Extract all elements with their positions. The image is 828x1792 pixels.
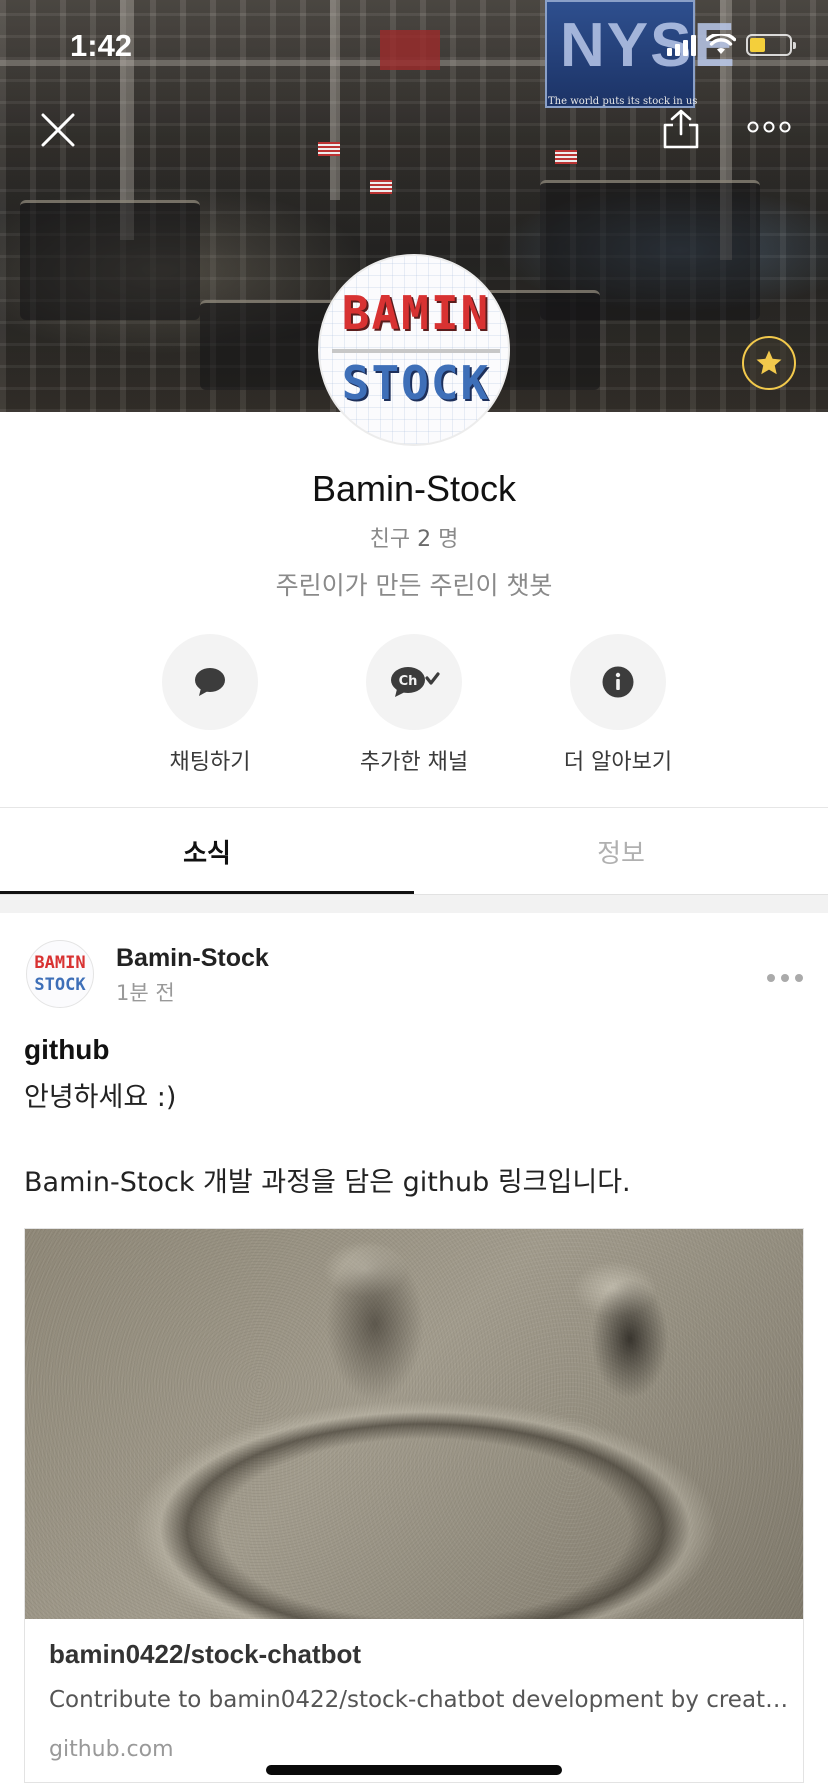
- tab-info[interactable]: 정보: [414, 808, 828, 894]
- cover-girder: [330, 0, 340, 200]
- section-gap: [0, 895, 828, 913]
- cellular-signal-icon: [667, 34, 696, 56]
- post-more-dot: [781, 974, 789, 982]
- link-preview-image[interactable]: [25, 1229, 803, 1619]
- cover-red-sign: [380, 30, 440, 70]
- added-channel-label: 추가한 채널: [359, 750, 469, 775]
- status-time: 1:42: [70, 28, 133, 63]
- friends-unit: 명: [438, 527, 459, 552]
- cover-flag: [370, 180, 392, 194]
- learn-more-button[interactable]: 더 알아보기: [518, 634, 718, 776]
- home-indicator[interactable]: [266, 1765, 562, 1775]
- channel-added-icon: Ch: [391, 667, 440, 697]
- post-more-dot: [767, 974, 775, 982]
- post-body-line: Bamin-Stock 개발 과정을 담은 github 링크입니다.: [24, 1167, 631, 1198]
- more-options-button[interactable]: [744, 112, 794, 142]
- more-icon: [747, 121, 791, 133]
- cover-flag: [555, 150, 577, 164]
- avatar-logo-top: BAMIN: [34, 953, 86, 973]
- post-author-avatar[interactable]: BAMIN STOCK: [26, 940, 94, 1008]
- cover-trading-post: [20, 200, 200, 320]
- logo-text-bottom: STOCK: [341, 356, 491, 410]
- wifi-icon: [706, 34, 736, 54]
- avatar-logo-bottom: STOCK: [34, 975, 86, 995]
- learn-more-label: 더 알아보기: [563, 750, 673, 775]
- chat-bubble-icon: [195, 668, 225, 696]
- share-button[interactable]: [656, 104, 706, 154]
- link-domain: github.com: [49, 1737, 174, 1762]
- link-preview-card[interactable]: bamin0422/stock-chatbot Contribute to ba…: [24, 1228, 804, 1783]
- close-button[interactable]: [36, 108, 80, 152]
- learn-more-button-circle[interactable]: [570, 634, 666, 730]
- battery-icon: [746, 34, 796, 56]
- friends-count: 2: [417, 527, 432, 552]
- channel-name: Bamin-Stock: [311, 468, 517, 509]
- close-icon: [41, 113, 75, 147]
- chat-button-label: 채팅하기: [169, 750, 251, 775]
- post-author-name[interactable]: Bamin-Stock: [116, 944, 269, 973]
- favorite-button[interactable]: [742, 336, 796, 390]
- star-icon: [756, 350, 782, 375]
- link-description: Contribute to bamin0422/stock-chatbot de…: [49, 1687, 789, 1713]
- friends-label: 친구: [369, 527, 411, 552]
- post-more-dot: [795, 974, 803, 982]
- logo-text-top: BAMIN: [341, 286, 491, 340]
- friend-count: 친구 2 명: [0, 521, 828, 553]
- status-icons: [667, 34, 796, 56]
- link-title: bamin0422/stock-chatbot: [49, 1639, 362, 1669]
- post-title: github: [24, 1034, 110, 1065]
- added-channel-button[interactable]: Ch 추가한 채널: [314, 634, 514, 776]
- post-more-button[interactable]: [760, 966, 810, 990]
- chat-button[interactable]: 채팅하기: [110, 634, 310, 776]
- svg-text:Ch: Ch: [399, 674, 418, 689]
- channel-profile-logo[interactable]: BAMIN STOCK: [318, 254, 510, 446]
- post-timestamp: 1분 전: [116, 981, 175, 1005]
- post-body-line: 안녕하세요 :): [24, 1082, 177, 1113]
- share-icon: [663, 109, 699, 149]
- cover-flag: [318, 142, 340, 156]
- logo-divider: [332, 349, 500, 353]
- tab-news[interactable]: 소식: [0, 808, 414, 894]
- added-channel-button-circle[interactable]: Ch: [366, 634, 462, 730]
- chat-button-circle[interactable]: [162, 634, 258, 730]
- channel-description: 주린이가 만든 주린이 챗봇: [275, 571, 553, 600]
- info-icon: [602, 666, 634, 698]
